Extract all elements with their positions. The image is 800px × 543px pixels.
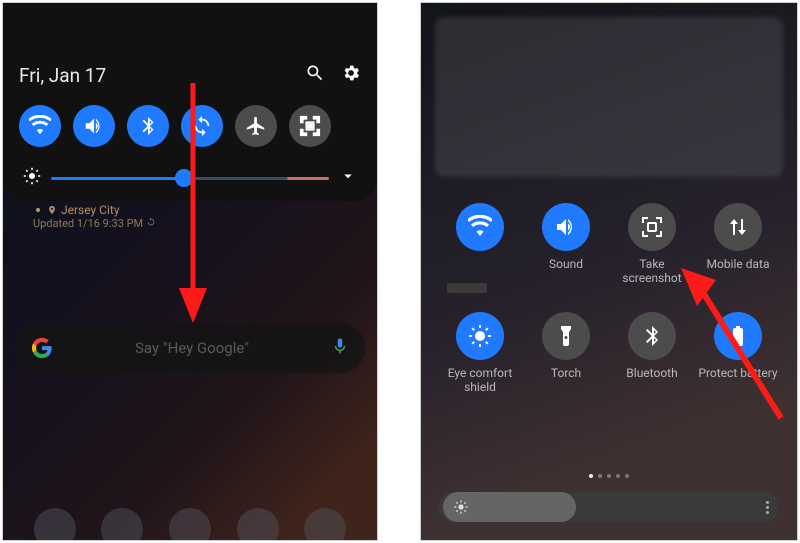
tile-label: Protect battery	[698, 366, 777, 394]
brightness-row	[19, 167, 361, 189]
data-arrows-icon	[726, 215, 750, 239]
bluetooth-icon	[137, 115, 159, 137]
quick-tiles-row	[19, 105, 361, 147]
tile-label: Eye comfort shield	[437, 366, 523, 395]
brightness-fill	[443, 492, 576, 522]
brightness-slider[interactable]	[439, 492, 779, 522]
wifi-icon	[29, 115, 51, 137]
dock-app[interactable]	[101, 508, 143, 541]
tile-label: Bluetooth	[626, 366, 677, 394]
page-dot[interactable]	[598, 474, 602, 478]
speaker-icon	[554, 215, 578, 239]
tile-wifi[interactable]	[437, 203, 523, 286]
media-preview-area	[435, 17, 783, 177]
gear-icon[interactable]	[341, 63, 361, 87]
dock-app[interactable]	[304, 508, 346, 541]
weather-widget[interactable]: Jersey City Updated 1/16 9:33 PM	[33, 203, 156, 230]
dock-app[interactable]	[237, 508, 279, 541]
tile-bluetooth[interactable]	[127, 105, 169, 147]
battery-icon	[726, 324, 750, 348]
tile-airplane[interactable]	[235, 105, 277, 147]
weather-updated: Updated 1/16 9:33 PM	[33, 217, 156, 230]
tile-mobile-data[interactable]: Mobile data	[695, 203, 781, 286]
wifi-icon	[468, 215, 492, 239]
more-icon[interactable]	[766, 501, 769, 514]
quick-tiles-grid: Sound Take screenshot Mobile data Eye co…	[421, 203, 797, 395]
sync-icon	[191, 115, 213, 137]
chevron-down-icon[interactable]	[339, 167, 357, 189]
tile-label: Mobile data	[707, 257, 770, 285]
tile-label: Torch	[551, 366, 581, 394]
tile-eye-comfort[interactable]: Eye comfort shield	[437, 312, 523, 395]
page-dot[interactable]	[589, 474, 593, 478]
weather-location: Jersey City	[33, 203, 156, 217]
airplane-icon	[245, 115, 267, 137]
dock-app[interactable]	[169, 508, 211, 541]
dock-app[interactable]	[34, 508, 76, 541]
tile-sound[interactable]	[73, 105, 115, 147]
sun-icon	[468, 324, 492, 348]
tile-torch[interactable]: Torch	[523, 312, 609, 395]
brightness-icon	[453, 499, 469, 515]
slider-thumb[interactable]	[175, 169, 193, 187]
google-logo-icon	[31, 337, 53, 359]
google-search-bar[interactable]: Say "Hey Google"	[15, 323, 365, 373]
page-dot[interactable]	[625, 474, 629, 478]
panel-header: Fri, Jan 17	[19, 63, 361, 87]
phone-screenshot-right: Sound Take screenshot Mobile data Eye co…	[420, 2, 798, 541]
tile-wifi[interactable]	[19, 105, 61, 147]
screenshot-icon	[299, 115, 321, 137]
search-placeholder: Say "Hey Google"	[53, 339, 331, 357]
quick-settings-panel: Fri, Jan 17	[3, 3, 377, 201]
search-icon[interactable]	[305, 63, 325, 87]
bluetooth-icon	[640, 324, 664, 348]
dock	[3, 508, 377, 541]
page-dot[interactable]	[607, 474, 611, 478]
phone-screenshot-left: Fri, Jan 17	[2, 2, 378, 541]
tile-auto-rotate[interactable]	[181, 105, 223, 147]
date-label: Fri, Jan 17	[19, 64, 106, 87]
tile-screenshot[interactable]	[289, 105, 331, 147]
tile-sound[interactable]: Sound	[523, 203, 609, 286]
tile-screenshot[interactable]: Take screenshot	[609, 203, 695, 286]
tile-protect-battery[interactable]: Protect battery	[695, 312, 781, 395]
speaker-icon	[83, 115, 105, 137]
brightness-icon	[23, 167, 41, 189]
tile-label: Take screenshot	[609, 257, 695, 286]
tile-bluetooth[interactable]: Bluetooth	[609, 312, 695, 395]
page-dot[interactable]	[616, 474, 620, 478]
mic-icon[interactable]	[331, 337, 349, 359]
flashlight-icon	[554, 324, 578, 348]
tile-label: Sound	[549, 257, 583, 285]
wifi-name-redacted	[447, 283, 487, 293]
page-indicator	[589, 474, 629, 478]
screenshot-icon	[640, 215, 664, 239]
brightness-slider[interactable]	[51, 177, 329, 180]
